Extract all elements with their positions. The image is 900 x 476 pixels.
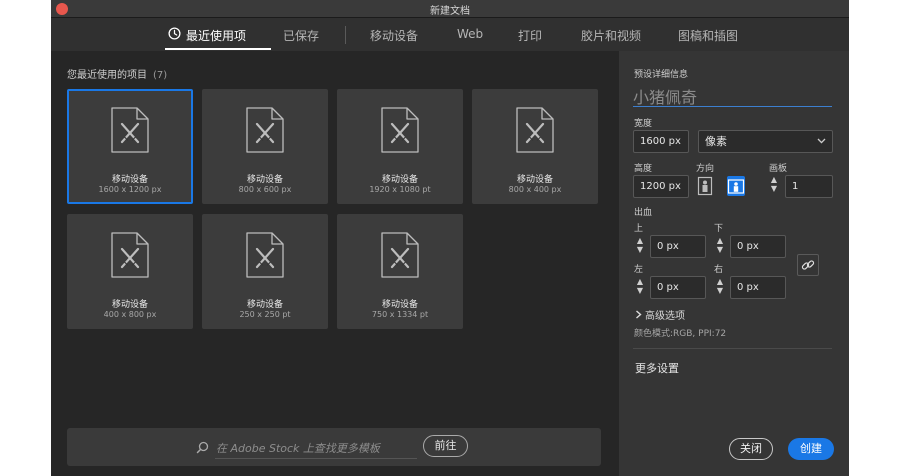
create-button[interactable]: 创建 — [788, 438, 834, 460]
document-icon — [381, 232, 419, 278]
recent-heading: 您最近使用的项目 (7) — [67, 66, 167, 81]
orientation-label: 方向 — [696, 164, 715, 174]
portrait-orientation-button[interactable] — [696, 176, 714, 196]
chevron-down-icon — [817, 138, 826, 144]
recent-item-name: 移动设备 — [111, 175, 148, 185]
color-mode-info: 颜色模式:RGB, PPI:72 — [634, 329, 727, 339]
search-icon — [196, 441, 209, 454]
bleed-right-stepper[interactable]: ▲ ▼ — [715, 277, 725, 299]
bleed-bottom-label: 下 — [714, 224, 724, 234]
advanced-options-label: 高级选项 — [645, 311, 685, 322]
width-label: 宽度 — [634, 119, 653, 129]
stock-search-input[interactable]: 在 Adobe Stock 上查找更多模板 — [216, 440, 380, 456]
document-icon — [246, 232, 284, 278]
link-bleed-button[interactable] — [797, 254, 819, 276]
tab-web[interactable]: Web — [457, 27, 483, 41]
recent-heading-label: 您最近使用的项目 — [67, 70, 147, 81]
portrait-icon — [697, 176, 713, 196]
height-label: 高度 — [634, 164, 653, 174]
recent-item-size: 400 x 800 px — [103, 310, 157, 319]
landscape-icon — [727, 179, 745, 194]
recent-item-size: 250 x 250 pt — [239, 310, 291, 319]
artboards-field[interactable]: 1 — [785, 175, 833, 198]
recent-count: (7) — [153, 70, 168, 81]
document-icon — [381, 107, 419, 153]
recent-item-card[interactable]: 移动设备 400 x 800 px — [67, 214, 193, 329]
document-icon — [111, 107, 149, 153]
tab-separator — [345, 26, 346, 44]
recent-item-card[interactable]: 移动设备 800 x 600 px — [202, 89, 328, 204]
width-field[interactable]: 1600 px — [633, 130, 689, 153]
unit-select-value: 像素 — [705, 135, 727, 148]
title-bar: 新建文档 — [51, 0, 849, 18]
bleed-left-stepper[interactable]: ▲ ▼ — [635, 277, 645, 299]
search-underline — [215, 458, 417, 459]
recent-item-size: 1920 x 1080 pt — [369, 185, 431, 194]
recent-item-card[interactable]: 移动设备 250 x 250 pt — [202, 214, 328, 329]
bleed-top-label: 上 — [634, 224, 644, 234]
artboards-label: 画板 — [769, 164, 788, 174]
bleed-bottom-stepper[interactable]: ▲ ▼ — [715, 236, 725, 258]
tab-print[interactable]: 打印 — [518, 27, 542, 44]
recent-item-size: 1600 x 1200 px — [98, 185, 162, 194]
divider — [633, 348, 832, 349]
go-button[interactable]: 前往 — [423, 435, 468, 457]
height-field[interactable]: 1200 px — [633, 175, 689, 198]
preset-name-input[interactable]: 小猪佩奇 — [633, 83, 832, 107]
active-tab-indicator — [165, 48, 271, 50]
advanced-options-toggle[interactable]: 高级选项 — [635, 307, 685, 322]
tab-film-video[interactable]: 胶片和视频 — [581, 27, 641, 44]
new-document-dialog: 新建文档 最近使用项 已保存 移动设备 Web 打印 胶片和视频 图稿和插图 您… — [51, 0, 849, 476]
document-icon — [111, 232, 149, 278]
preset-details-panel: 预设详细信息 小猪佩奇 宽度 1600 px 像素 高度 1200 px 方向 … — [619, 51, 849, 476]
recent-item-card[interactable]: 移动设备 750 x 1334 pt — [337, 214, 463, 329]
bleed-bottom-field[interactable]: 0 px — [730, 235, 786, 258]
recent-item-name: 移动设备 — [111, 300, 148, 310]
recent-item-card[interactable]: 移动设备 1920 x 1080 pt — [337, 89, 463, 204]
recent-item-card[interactable]: 移动设备 1600 x 1200 px — [67, 89, 193, 204]
recent-item-name: 移动设备 — [516, 175, 553, 185]
unit-select[interactable]: 像素 — [698, 130, 833, 153]
recent-item-card[interactable]: 移动设备 800 x 400 px — [472, 89, 598, 204]
bleed-right-label: 右 — [714, 265, 724, 275]
stock-search-bar: 在 Adobe Stock 上查找更多模板 前往 — [67, 428, 601, 466]
link-icon — [801, 260, 815, 270]
recent-item-size: 800 x 400 px — [508, 185, 562, 194]
chevron-right-icon — [636, 310, 642, 319]
window-title: 新建文档 — [430, 6, 470, 17]
recent-item-size: 750 x 1334 pt — [371, 310, 429, 319]
landscape-orientation-button[interactable] — [727, 176, 745, 196]
bleed-right-field[interactable]: 0 px — [730, 276, 786, 299]
preset-details-label: 预设详细信息 — [634, 70, 689, 80]
bleed-left-field[interactable]: 0 px — [650, 276, 706, 299]
clock-icon — [168, 27, 181, 40]
recent-item-name: 移动设备 — [381, 300, 418, 310]
bleed-left-label: 左 — [634, 265, 644, 275]
bleed-top-stepper[interactable]: ▲ ▼ — [635, 236, 645, 258]
recent-item-name: 移动设备 — [246, 300, 283, 310]
recent-item-name: 移动设备 — [246, 175, 283, 185]
artboards-stepper[interactable]: ▲ ▼ — [769, 175, 779, 197]
bleed-top-field[interactable]: 0 px — [650, 235, 706, 258]
more-settings-link[interactable]: 更多设置 — [635, 360, 679, 376]
recent-item-name: 移动设备 — [381, 175, 418, 185]
category-tabs: 最近使用项 已保存 移动设备 Web 打印 胶片和视频 图稿和插图 — [51, 18, 849, 51]
tab-saved[interactable]: 已保存 — [283, 27, 319, 44]
close-button[interactable]: 关闭 — [729, 438, 773, 460]
tab-art-illustration[interactable]: 图稿和插图 — [678, 27, 738, 44]
tab-recent[interactable]: 最近使用项 — [186, 27, 246, 44]
document-icon — [516, 107, 554, 153]
document-icon — [246, 107, 284, 153]
tab-mobile[interactable]: 移动设备 — [370, 27, 418, 44]
bleed-label: 出血 — [634, 208, 653, 218]
recent-item-size: 800 x 600 px — [238, 185, 292, 194]
